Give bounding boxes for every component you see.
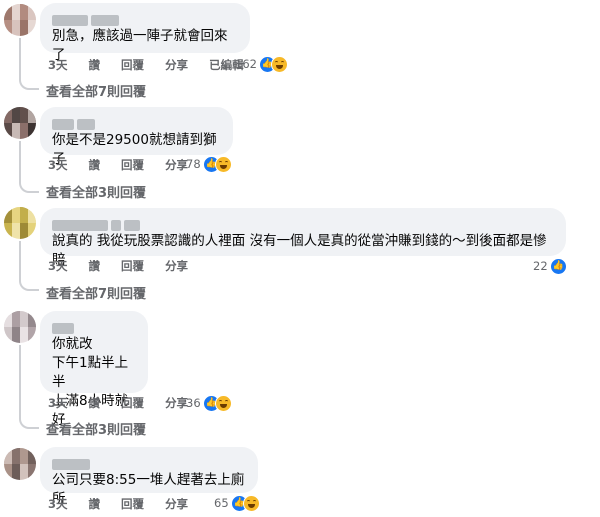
haha-icon: [270, 55, 288, 73]
reaction-summary[interactable]: 22 👍: [533, 257, 567, 275]
timestamp[interactable]: 3天: [48, 58, 68, 72]
view-replies-link[interactable]: 查看全部7則回覆: [46, 81, 146, 100]
thread-elbow: [19, 279, 39, 291]
like-button[interactable]: 讚: [89, 497, 101, 511]
share-button[interactable]: 分享: [165, 259, 188, 273]
comment-actions: 3天 讚 回覆 分享: [48, 258, 205, 274]
reply-button[interactable]: 回覆: [121, 58, 144, 72]
reaction-summary[interactable]: 78 👍: [186, 155, 232, 173]
view-replies-link[interactable]: 查看全部7則回覆: [46, 283, 146, 302]
thread-line: [19, 345, 21, 419]
timestamp[interactable]: 3天: [48, 396, 68, 410]
avatar[interactable]: [4, 107, 36, 139]
author-name-blurred[interactable]: [52, 216, 554, 231]
comment-bubble: 別急，應該過一陣子就會回來了: [40, 3, 250, 63]
share-button[interactable]: 分享: [165, 58, 188, 72]
view-replies-link[interactable]: 查看全部3則回覆: [46, 182, 146, 201]
reaction-count: 65: [214, 496, 229, 510]
timestamp[interactable]: 3天: [48, 158, 68, 172]
thread-elbow: [19, 78, 39, 90]
comment-bubble: 你是不是29500就想請到獅子: [40, 107, 233, 167]
share-button[interactable]: 分享: [165, 396, 188, 410]
avatar[interactable]: [4, 207, 36, 239]
comment-actions: 3天 讚 回覆 分享: [48, 496, 205, 512]
thread-line: [19, 241, 21, 281]
reply-button[interactable]: 回覆: [121, 259, 144, 273]
thread-elbow: [19, 181, 39, 193]
share-button[interactable]: 分享: [165, 497, 188, 511]
avatar[interactable]: [4, 4, 36, 36]
author-name-blurred[interactable]: [52, 455, 246, 470]
comment-actions: 3天 讚 回覆 分享 已編輯: [48, 57, 261, 73]
thread-line: [19, 141, 21, 183]
view-replies-link[interactable]: 查看全部3則回覆: [46, 419, 146, 438]
thread-elbow: [19, 417, 39, 429]
comment-bubble: 公司只要8:55一堆人趕著去上廁所: [40, 447, 258, 507]
author-name-blurred[interactable]: [52, 319, 136, 334]
reaction-summary[interactable]: 36 👍: [186, 394, 232, 412]
reaction-count: 22: [533, 259, 548, 273]
comment-actions: 3天 讚 回覆 分享: [48, 157, 205, 173]
avatar[interactable]: [4, 311, 36, 343]
reply-button[interactable]: 回覆: [121, 158, 144, 172]
comment-bubble: 說真的 我從玩股票認識的人裡面 沒有一個人是真的從當沖賺到錢的～到後面都是慘賠: [40, 208, 566, 268]
reply-button[interactable]: 回覆: [121, 497, 144, 511]
timestamp[interactable]: 3天: [48, 497, 68, 511]
reply-button[interactable]: 回覆: [121, 396, 144, 410]
share-button[interactable]: 分享: [165, 158, 188, 172]
haha-icon: [214, 394, 232, 412]
reaction-summary[interactable]: 162 👍: [235, 55, 288, 73]
author-name-blurred[interactable]: [52, 115, 221, 130]
reaction-count: 162: [235, 57, 257, 71]
like-button[interactable]: 讚: [89, 396, 101, 410]
thread-line: [19, 38, 21, 80]
comment-text: 你就改 下午1點半上半 上滿8小時就好: [52, 336, 129, 428]
like-button[interactable]: 讚: [89, 158, 101, 172]
reaction-count: 36: [186, 396, 201, 410]
author-name-blurred[interactable]: [52, 11, 238, 26]
like-button[interactable]: 讚: [89, 259, 101, 273]
haha-icon: [214, 155, 232, 173]
haha-icon: [242, 494, 260, 512]
reaction-count: 78: [186, 157, 201, 171]
comment-actions: 3天 讚 回覆 分享: [48, 395, 205, 411]
avatar[interactable]: [4, 448, 36, 480]
reaction-summary[interactable]: 65 👍: [214, 494, 260, 512]
like-icon: 👍: [549, 257, 567, 275]
like-button[interactable]: 讚: [89, 58, 101, 72]
timestamp[interactable]: 3天: [48, 259, 68, 273]
comment-bubble: 你就改 下午1點半上半 上滿8小時就好: [40, 311, 148, 428]
